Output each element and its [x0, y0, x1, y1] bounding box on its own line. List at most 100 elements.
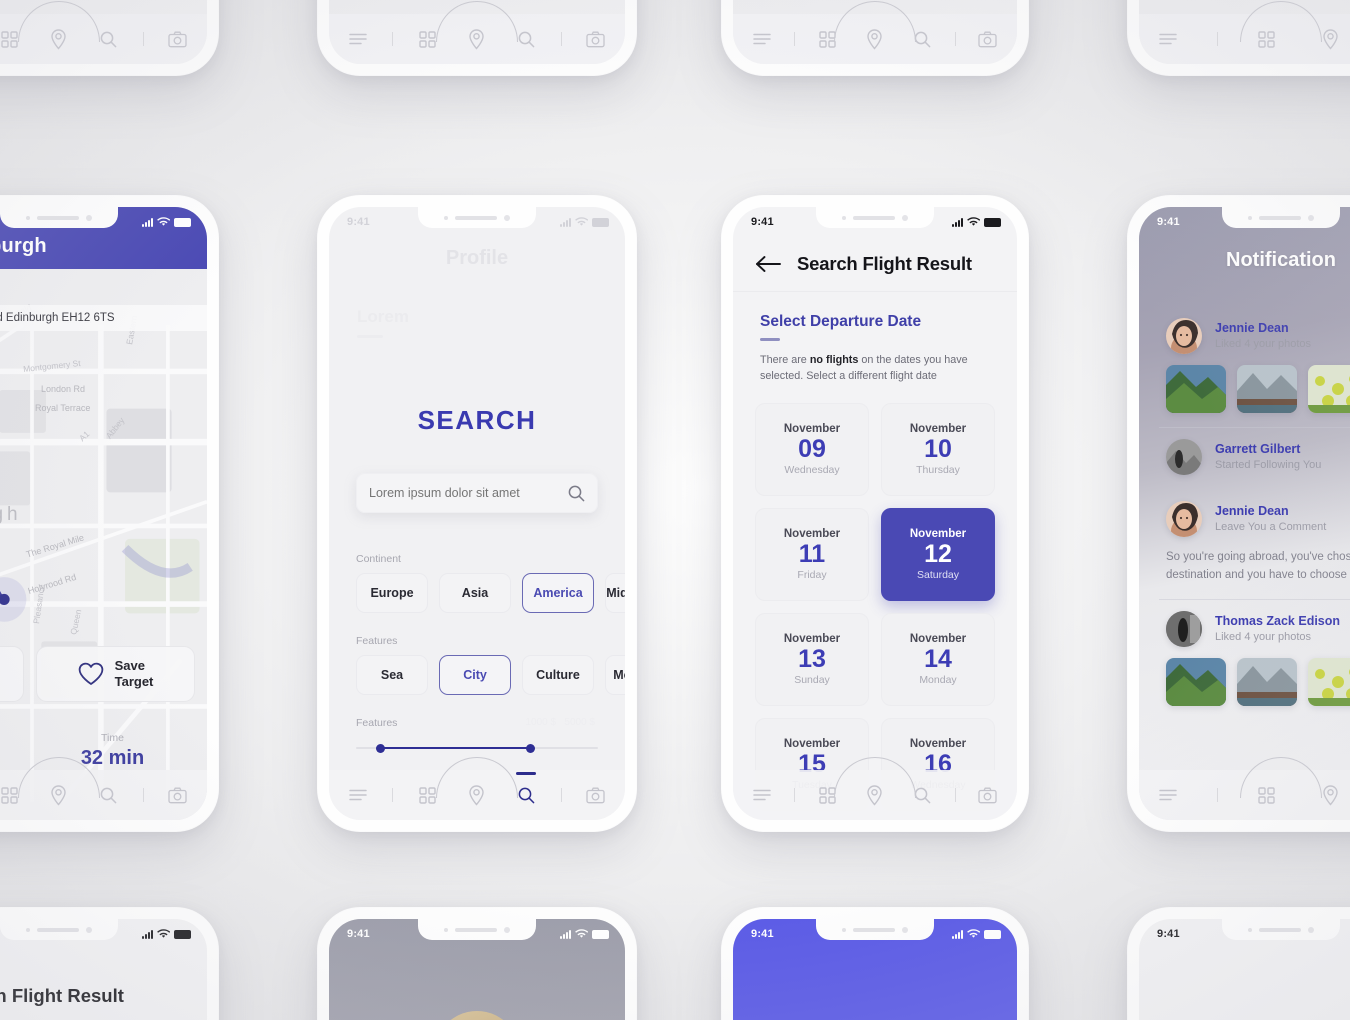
chip-feature-mountain[interactable]: Mountain [605, 655, 625, 695]
speaker-grill [455, 215, 497, 220]
nav-grid[interactable] [813, 780, 843, 810]
date-day: 14 [924, 644, 952, 673]
nav-camera[interactable] [581, 780, 611, 810]
phone-flight-screen: 9:41 Search Flight Result Select Departu… [722, 196, 1028, 831]
date-weekday: Friday [797, 569, 827, 582]
notification-action: Liked 4 your photos [1215, 630, 1312, 643]
continent-chip-row[interactable]: Europe Asia America Middle East [356, 573, 625, 613]
date-month: November [909, 632, 967, 645]
nav-location[interactable] [462, 24, 492, 54]
start-to-road-button[interactable]: Start to Road [0, 646, 24, 702]
date-card[interactable]: November 13 Sunday [755, 613, 869, 706]
nav-camera[interactable] [163, 24, 193, 54]
date-card[interactable]: November 09 Wednesday [755, 403, 869, 496]
status-time: 9:41 [347, 215, 370, 228]
nav-grid[interactable] [0, 24, 25, 54]
nav-divider [142, 788, 144, 802]
camera-dot [1308, 214, 1314, 221]
nav-grid[interactable] [413, 780, 443, 810]
status-icons [952, 928, 1001, 939]
notch [816, 919, 934, 940]
slider-knob-max[interactable] [525, 743, 535, 753]
slider-knob-min[interactable] [375, 743, 385, 753]
photo-thumbnail[interactable] [1237, 365, 1297, 413]
date-grid[interactable]: November 09 Wednesday November 10 Thursd… [755, 403, 995, 811]
photo-thumbnails[interactable] [1139, 354, 1350, 413]
nav-search[interactable] [511, 24, 541, 54]
bottom-nav[interactable] [733, 770, 1017, 820]
notification-action: Liked 4 your photos [1215, 338, 1312, 351]
chip-feature-culture[interactable]: Culture [522, 655, 594, 695]
date-card-selected[interactable]: November 12 Saturday [881, 508, 995, 601]
nav-menu[interactable] [343, 780, 373, 810]
chip-continent-america[interactable]: America [522, 573, 594, 613]
nav-location[interactable] [44, 780, 74, 810]
bottom-nav[interactable] [0, 770, 207, 820]
nav-location[interactable] [860, 24, 890, 54]
nav-search[interactable] [511, 780, 541, 810]
list-item[interactable]: Thomas Zack Edison Liked 4 your photos [1139, 600, 1350, 706]
nav-location[interactable] [462, 780, 492, 810]
slider-track[interactable] [356, 743, 598, 753]
nav-grid[interactable] [813, 24, 843, 54]
nav-menu[interactable] [747, 24, 777, 54]
chip-feature-city[interactable]: City [439, 655, 511, 695]
bottom-nav[interactable] [329, 770, 625, 820]
nav-grid[interactable] [1252, 24, 1282, 54]
nav-search[interactable] [93, 780, 123, 810]
date-card[interactable]: November 14 Monday [881, 613, 995, 706]
price-range-slider[interactable] [356, 743, 598, 753]
photo-thumbnails[interactable] [1139, 647, 1350, 706]
bottom-nav[interactable] [0, 14, 207, 64]
nav-grid[interactable] [413, 24, 443, 54]
address-bar: Corstorphine Rd Edinburgh EH12 6TS [0, 305, 207, 331]
photo-thumbnail[interactable] [1166, 657, 1226, 706]
nav-search[interactable] [907, 780, 937, 810]
chip-continent-middle-east[interactable]: Middle East [605, 573, 625, 613]
search-input[interactable] [369, 486, 568, 500]
nav-menu[interactable] [343, 24, 373, 54]
nav-grid[interactable] [0, 780, 25, 810]
nav-camera[interactable] [973, 24, 1003, 54]
arrow-left-icon[interactable] [755, 255, 781, 273]
nav-menu[interactable] [1153, 24, 1183, 54]
nav-search[interactable] [93, 24, 123, 54]
list-item[interactable]: Jennie Dean Leave You a Comment So you'r… [1139, 490, 1350, 585]
nav-location[interactable] [44, 24, 74, 54]
stat-time: Time 32 min [30, 732, 195, 770]
date-day: 09 [798, 434, 826, 463]
photo-thumbnail[interactable] [1166, 365, 1226, 413]
bottom-nav[interactable] [1139, 770, 1350, 820]
nav-camera[interactable] [163, 780, 193, 810]
slider-fill [380, 747, 531, 749]
date-card[interactable]: November 11 Friday [755, 508, 869, 601]
chip-feature-sea[interactable]: Sea [356, 655, 428, 695]
nav-location[interactable] [1315, 780, 1345, 810]
features-chip-row[interactable]: Sea City Culture Mountain [356, 655, 625, 695]
nav-camera[interactable] [973, 780, 1003, 810]
bottom-nav[interactable] [733, 14, 1017, 64]
nav-divider [954, 32, 956, 46]
nav-grid[interactable] [1252, 780, 1282, 810]
bottom-nav[interactable] [329, 14, 625, 64]
nav-search[interactable] [907, 24, 937, 54]
search-box[interactable] [356, 473, 598, 513]
nav-menu[interactable] [747, 780, 777, 810]
nav-location[interactable] [860, 780, 890, 810]
photo-thumbnail[interactable] [1237, 657, 1297, 706]
search-icon[interactable] [568, 485, 585, 502]
photo-thumbnail[interactable] [1308, 365, 1350, 413]
bottom-nav[interactable] [1139, 14, 1350, 64]
photo-thumbnail[interactable] [1308, 657, 1350, 706]
date-card[interactable]: November 10 Thursday [881, 403, 995, 496]
save-target-button[interactable]: Save Target [36, 646, 195, 702]
nav-location[interactable] [1315, 24, 1345, 54]
nav-camera[interactable] [581, 24, 611, 54]
date-month: November [783, 737, 841, 750]
chip-continent-europe[interactable]: Europe [356, 573, 428, 613]
nav-menu[interactable] [1153, 780, 1183, 810]
screen [0, 0, 207, 64]
chip-continent-asia[interactable]: Asia [439, 573, 511, 613]
list-item[interactable]: Garrett Gilbert Started Following You [1139, 428, 1350, 475]
list-item[interactable]: Jennie Dean Liked 4 your photos [1139, 307, 1350, 413]
